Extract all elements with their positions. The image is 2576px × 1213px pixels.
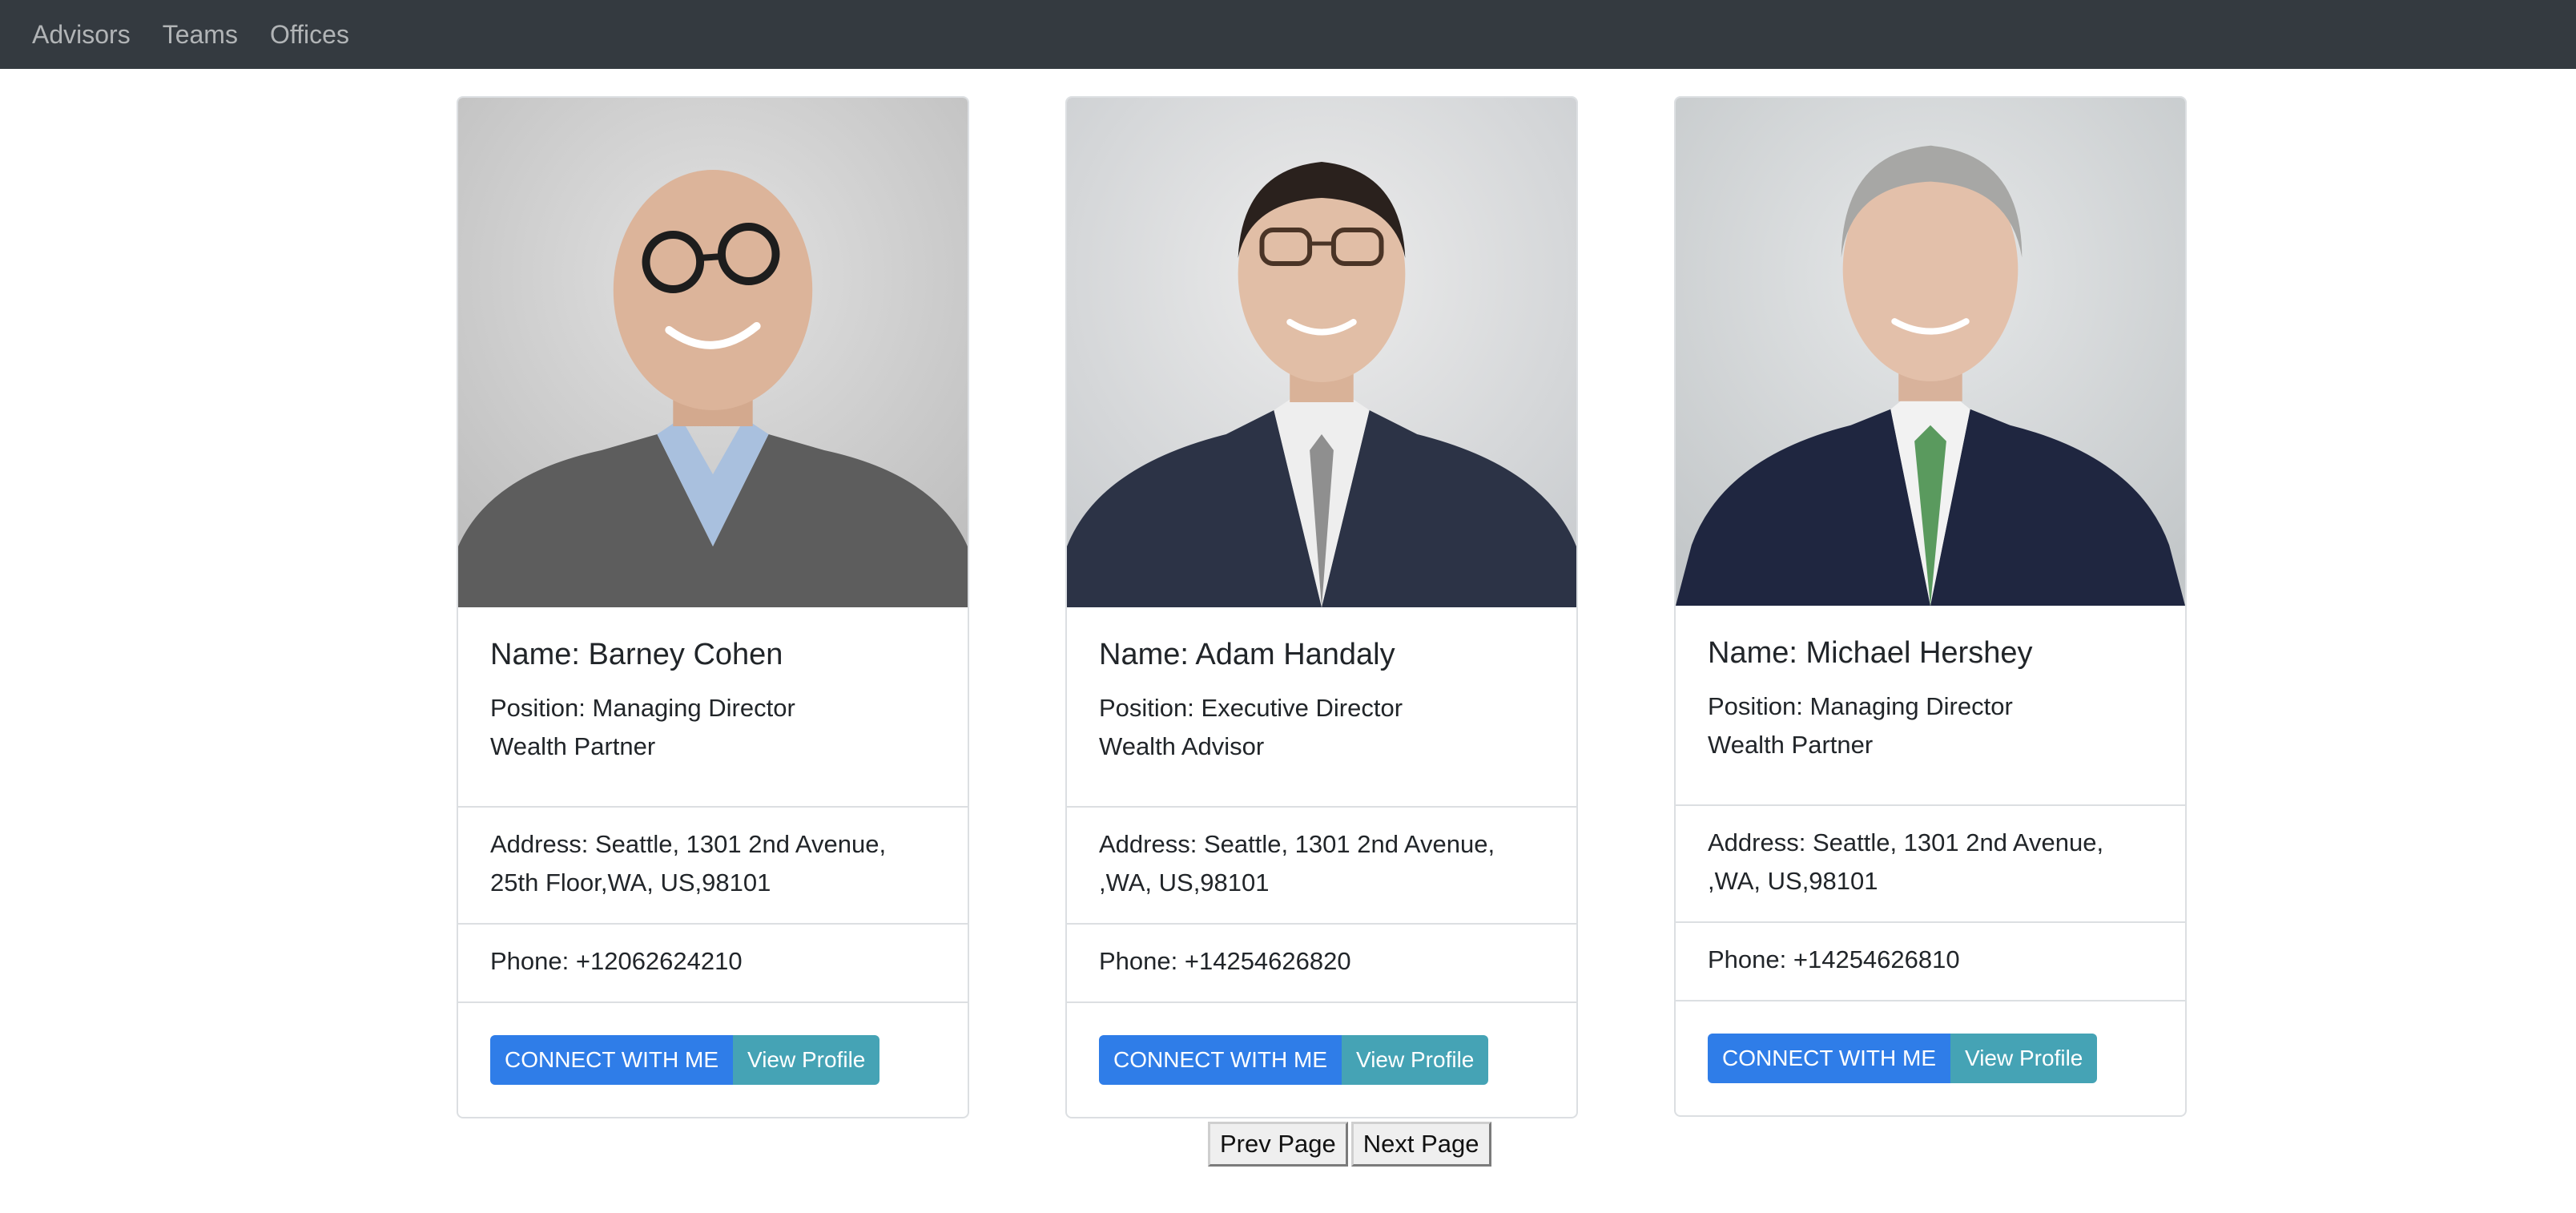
card-actions: CONNECT WITH ME View Profile — [1676, 1001, 2185, 1115]
card-actions: CONNECT WITH ME View Profile — [458, 1003, 968, 1117]
advisor-title: Wealth Partner — [490, 731, 656, 760]
nav-teams[interactable]: Teams — [163, 20, 238, 50]
nav-offices[interactable]: Offices — [270, 20, 349, 50]
prev-page-button[interactable]: Prev Page — [1208, 1122, 1348, 1167]
connect-with-me-button[interactable]: CONNECT WITH ME — [1708, 1034, 1951, 1083]
pagination: Prev Page Next Page — [1208, 1122, 1495, 1167]
card-body: Name: Adam Handaly Position: Executive D… — [1067, 607, 1576, 808]
advisor-title: Wealth Partner — [1708, 730, 1874, 759]
advisor-address: Address: Seattle, 1301 2nd Avenue, 25th … — [458, 808, 968, 925]
card-body: Name: Michael Hershey Position: Managing… — [1676, 606, 2185, 806]
advisor-title: Wealth Advisor — [1099, 731, 1265, 760]
advisor-photo — [1067, 98, 1576, 607]
advisor-phone: Phone: +14254626820 — [1067, 925, 1576, 1003]
advisor-card: Name: Michael Hershey Position: Managing… — [1674, 96, 2187, 1117]
card-actions: CONNECT WITH ME View Profile — [1067, 1003, 1576, 1117]
view-profile-button[interactable]: View Profile — [1342, 1035, 1489, 1085]
advisor-position: Position: Managing Director — [1708, 691, 2013, 720]
advisor-card: Name: Adam Handaly Position: Executive D… — [1065, 96, 1578, 1118]
advisor-card: Name: Barney Cohen Position: Managing Di… — [457, 96, 969, 1118]
advisor-photo — [458, 98, 968, 607]
advisor-name: Name: Adam Handaly — [1099, 638, 1395, 671]
advisor-position: Position: Executive Director — [1099, 693, 1403, 722]
address-line-1: Address: Seattle, 1301 2nd Avenue, — [1099, 830, 1495, 858]
advisor-name: Name: Barney Cohen — [490, 638, 783, 671]
advisor-phone: Phone: +14254626810 — [1676, 923, 2185, 1001]
advisor-phone: Phone: +12062624210 — [458, 925, 968, 1003]
advisor-address: Address: Seattle, 1301 2nd Avenue, ,WA, … — [1067, 808, 1576, 925]
card-body: Name: Barney Cohen Position: Managing Di… — [458, 607, 968, 808]
advisor-name: Name: Michael Hershey — [1708, 636, 2033, 670]
address-line-1: Address: Seattle, 1301 2nd Avenue, — [1708, 828, 2104, 856]
view-profile-button[interactable]: View Profile — [733, 1035, 880, 1085]
address-line-1: Address: Seattle, 1301 2nd Avenue, — [490, 830, 887, 858]
advisor-position: Position: Managing Director — [490, 693, 795, 722]
connect-with-me-button[interactable]: CONNECT WITH ME — [490, 1035, 734, 1085]
address-line-2: ,WA, US,98101 — [1099, 868, 1270, 897]
connect-with-me-button[interactable]: CONNECT WITH ME — [1099, 1035, 1342, 1085]
advisor-address: Address: Seattle, 1301 2nd Avenue, ,WA, … — [1676, 806, 2185, 923]
address-line-2: 25th Floor,WA, US,98101 — [490, 868, 771, 897]
view-profile-button[interactable]: View Profile — [1950, 1034, 2098, 1083]
top-navbar: Advisors Teams Offices — [0, 0, 2576, 69]
advisor-photo — [1676, 98, 2185, 606]
nav-advisors[interactable]: Advisors — [32, 20, 131, 50]
address-line-2: ,WA, US,98101 — [1708, 867, 1878, 895]
next-page-button[interactable]: Next Page — [1350, 1122, 1491, 1167]
